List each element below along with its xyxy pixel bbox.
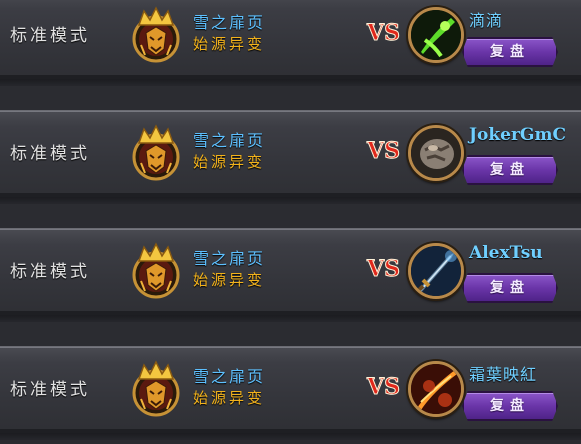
player-crest-icon — [132, 360, 180, 417]
opponent-avatar — [408, 361, 464, 417]
game-mode-label: 标准模式 — [10, 144, 90, 164]
svg-text:VS: VS — [366, 256, 400, 282]
player-name: 雪之扉页 — [193, 13, 266, 32]
vs-icon: VS — [366, 374, 400, 401]
player-crest-icon — [132, 124, 180, 181]
match-history-list: 标准模式 雪之扉页 始源异变 VS 滴滴 复盘 标准模式 雪之扉页 始源异变 V… — [0, 0, 581, 444]
svg-text:VS: VS — [366, 138, 400, 164]
replay-button[interactable]: 复盘 — [462, 155, 558, 185]
player-class: 始源异变 — [193, 271, 266, 289]
player-class: 始源异变 — [193, 35, 266, 53]
match-row: 标准模式 雪之扉页 始源异变 VS 霜葉映紅 复盘 — [0, 346, 581, 440]
opponent-avatar — [408, 125, 464, 181]
fire-slash-icon — [411, 364, 461, 414]
player-name: 雪之扉页 — [193, 249, 266, 268]
svg-text:VS: VS — [366, 20, 400, 46]
match-row: 标准模式 雪之扉页 始源异变 VS AlexTsu 复盘 — [0, 228, 581, 322]
player-class: 始源异变 — [193, 153, 266, 171]
vs-icon: VS — [366, 256, 400, 283]
player-name: 雪之扉页 — [193, 367, 266, 386]
opponent-name: JokerGmC — [469, 125, 566, 145]
opponent-name: 滴滴 — [469, 11, 504, 30]
replay-button[interactable]: 复盘 — [462, 37, 558, 67]
replay-button[interactable]: 复盘 — [462, 273, 558, 303]
vs-icon: VS — [366, 138, 400, 165]
player-class: 始源异变 — [193, 389, 266, 407]
game-mode-label: 标准模式 — [10, 262, 90, 282]
match-row: 标准模式 雪之扉页 始源异变 VS JokerGmC 复盘 — [0, 110, 581, 204]
player-crest-icon — [132, 242, 180, 299]
player-name: 雪之扉页 — [193, 131, 266, 150]
game-mode-label: 标准模式 — [10, 26, 90, 46]
opponent-avatar — [408, 7, 464, 63]
vs-icon: VS — [366, 20, 400, 47]
green-poison-dagger-icon — [411, 10, 461, 60]
rock-fist-icon — [411, 128, 461, 178]
opponent-name: AlexTsu — [469, 243, 543, 263]
sword-icon — [411, 246, 461, 296]
opponent-avatar — [408, 243, 464, 299]
opponent-name: 霜葉映紅 — [469, 365, 538, 384]
player-crest-icon — [132, 6, 180, 63]
svg-text:VS: VS — [366, 374, 400, 400]
replay-button[interactable]: 复盘 — [462, 391, 558, 421]
game-mode-label: 标准模式 — [10, 380, 90, 400]
match-row: 标准模式 雪之扉页 始源异变 VS 滴滴 复盘 — [0, 0, 581, 86]
